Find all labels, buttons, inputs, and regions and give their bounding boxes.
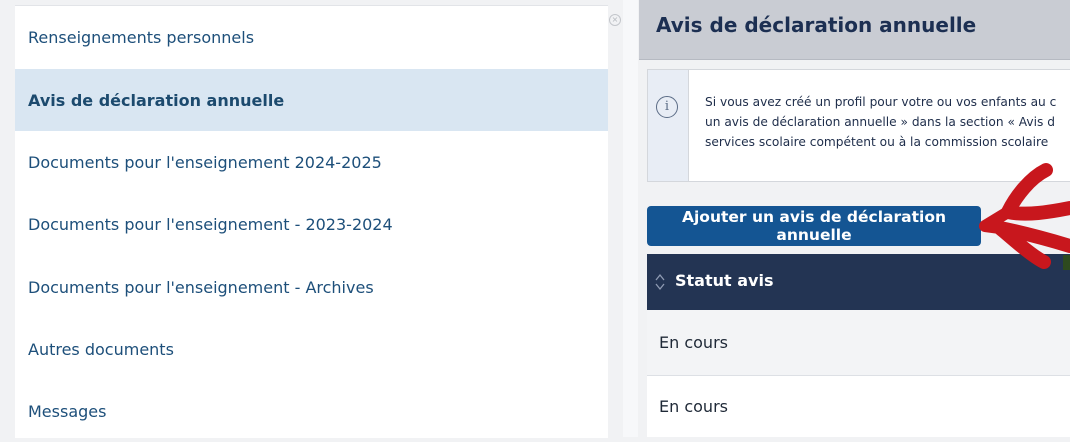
sidebar-item-documents-2023-2024[interactable]: Documents pour l'enseignement - 2023-202… <box>15 193 608 255</box>
info-icon: i <box>656 96 678 118</box>
table-row[interactable]: En cours <box>647 310 1070 376</box>
sidebar-item-avis-declaration-annuelle[interactable]: Avis de déclaration annuelle <box>15 69 608 131</box>
info-icon-strip: i <box>648 70 689 181</box>
sidebar-item-messages[interactable]: Messages <box>15 380 608 442</box>
status-cell: En cours <box>659 333 728 352</box>
info-text: Si vous avez créé un profil pour votre o… <box>705 92 1070 152</box>
sort-icon[interactable] <box>654 272 666 292</box>
table-row[interactable]: En cours <box>647 376 1070 437</box>
gutter <box>623 0 638 437</box>
add-annual-declaration-button[interactable]: Ajouter un avis de déclaration annuelle <box>647 206 981 246</box>
table-header: Statut avis <box>647 254 1070 310</box>
sidebar-nav: Renseignements personnels Avis de déclar… <box>15 5 608 438</box>
page-title: Avis de déclaration annuelle <box>656 13 977 37</box>
status-cell: En cours <box>659 397 728 416</box>
column-header-statut-avis[interactable]: Statut avis <box>675 271 773 290</box>
info-line: un avis de déclaration annuelle » dans l… <box>705 115 1055 129</box>
sidebar-item-renseignements-personnels[interactable]: Renseignements personnels <box>15 6 608 68</box>
sidebar-item-autres-documents[interactable]: Autres documents <box>15 318 608 380</box>
page-header: Avis de déclaration annuelle <box>639 0 1070 60</box>
column-edge-marker <box>1063 255 1070 270</box>
info-notice: i Si vous avez créé un profil pour votre… <box>647 69 1070 182</box>
sidebar-item-documents-archives[interactable]: Documents pour l'enseignement - Archives <box>15 256 608 318</box>
info-line: services scolaire compétent ou à la comm… <box>705 135 1049 149</box>
sidebar-collapse-icon[interactable]: × <box>609 14 621 26</box>
info-line: Si vous avez créé un profil pour votre o… <box>705 95 1057 109</box>
sidebar-item-documents-2024-2025[interactable]: Documents pour l'enseignement 2024-2025 <box>15 131 608 193</box>
